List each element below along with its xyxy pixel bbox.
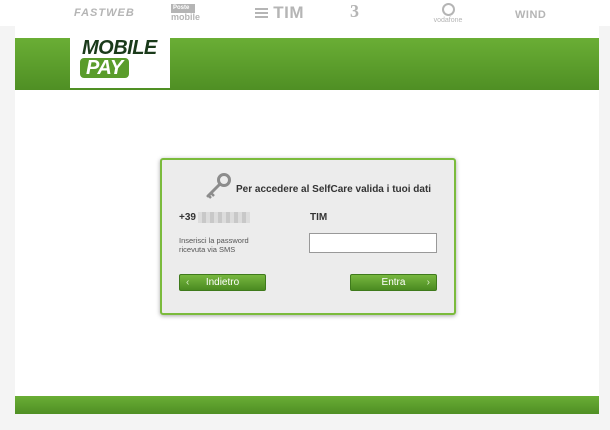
key-icon bbox=[204, 173, 232, 204]
chevron-left-icon: ‹ bbox=[186, 277, 190, 288]
logo-line-mobile: MOBILE bbox=[82, 37, 157, 59]
vodafone-logo: vodafone bbox=[432, 3, 464, 24]
fastweb-logo: FASTWEB bbox=[74, 7, 135, 19]
selfcare-login-dialog: Per accedere al SelfCare valida i tuoi d… bbox=[160, 158, 456, 315]
phone-number-masked bbox=[197, 212, 250, 223]
operator-name: TIM bbox=[310, 212, 328, 223]
mobilepay-logo: MOBILE PAY bbox=[70, 30, 170, 88]
footer-band bbox=[15, 396, 599, 414]
operator-logos-bar: FASTWEB Poste mobile TIM 3 vodafone WIND bbox=[0, 0, 610, 26]
phone-number: +39 bbox=[179, 212, 250, 223]
vodafone-logo-text: vodafone bbox=[433, 17, 463, 24]
tim-logo-text: TIM bbox=[273, 3, 305, 22]
dialog-title: Per accedere al SelfCare valida i tuoi d… bbox=[236, 184, 432, 195]
password-hint-label: Inserisci la password ricevuta via SMS bbox=[179, 236, 249, 254]
logo-line-pay: PAY bbox=[80, 58, 129, 78]
back-button-label: Indietro bbox=[205, 277, 240, 288]
chevron-right-icon: › bbox=[426, 277, 430, 288]
enter-button[interactable]: Entra › bbox=[350, 274, 437, 291]
postemobile-logo: Poste mobile bbox=[171, 4, 200, 22]
sms-password-input[interactable] bbox=[309, 233, 437, 253]
tim-mark-icon bbox=[255, 8, 268, 18]
enter-button-label: Entra bbox=[381, 277, 406, 288]
back-button[interactable]: ‹ Indietro bbox=[179, 274, 266, 291]
tim-logo: TIM bbox=[255, 3, 304, 23]
tre-logo: 3 bbox=[350, 1, 359, 21]
vodafone-circle-icon bbox=[441, 3, 455, 16]
postemobile-logo-main: mobile bbox=[171, 12, 201, 22]
wind-logo: WIND bbox=[515, 9, 547, 21]
phone-prefix: +39 bbox=[179, 212, 196, 224]
